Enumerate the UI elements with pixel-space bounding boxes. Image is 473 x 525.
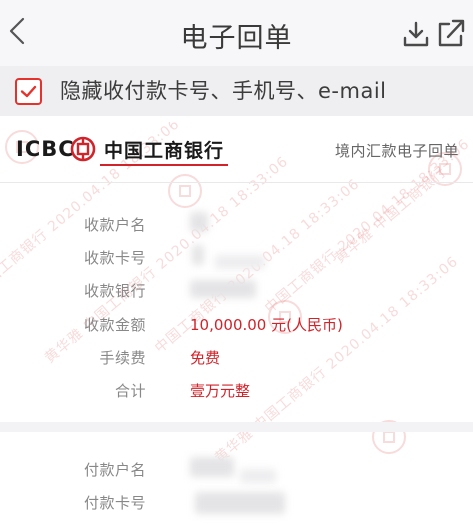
redacted-value (195, 492, 285, 514)
redacted-value (240, 469, 276, 483)
payee-card-label: 收款卡号 (83, 249, 146, 267)
redacted-value (190, 280, 256, 298)
payee-bank-label: 收款银行 (83, 282, 146, 300)
download-icon (403, 21, 429, 47)
fee-label: 手续费 (99, 349, 146, 367)
payee-amount-value: 10,000.00 元(人民币) (190, 316, 343, 334)
icbc-logo-mark-icon (70, 136, 96, 162)
bank-header: ICBC 中国工商银行 境内汇款电子回单 (0, 122, 473, 180)
fee-value: 免费 (190, 349, 221, 367)
payee-amount-row: 收款金额 10,000.00 元(人民币) (0, 310, 473, 340)
redacted-value (190, 212, 208, 232)
receipt-card: 中国工商银行 2020.04.18 18:33:06 黄华雅 中国工商银行 20… (0, 122, 473, 525)
payee-card-row: 收款卡号 (0, 243, 473, 273)
redacted-value (190, 457, 234, 477)
payee-amount-label: 收款金额 (83, 316, 146, 334)
total-row: 合计 壹万元整 (0, 376, 473, 406)
redacted-value (215, 255, 265, 269)
hide-sensitive-checkbox[interactable] (15, 78, 42, 105)
download-button[interactable] (402, 20, 430, 48)
checkmark-icon (20, 85, 37, 98)
share-button[interactable] (437, 18, 465, 48)
total-label: 合计 (114, 382, 146, 400)
fee-row: 手续费 免费 (0, 343, 473, 373)
receipt-screen: 电子回单 隐藏收付款卡号、手机号、e-mail 中国工商银行 2020.04.1… (0, 0, 473, 525)
nav-bar: 电子回单 (0, 0, 473, 66)
bank-name: 中国工商银行 (104, 140, 225, 162)
payee-name-row: 收款户名 (0, 210, 473, 240)
divider (0, 182, 473, 183)
hide-sensitive-toggle-row[interactable]: 隐藏收付款卡号、手机号、e-mail (0, 66, 473, 116)
payer-card-label: 付款卡号 (83, 494, 146, 512)
hide-sensitive-label: 隐藏收付款卡号、手机号、e-mail (60, 79, 387, 103)
payee-name-label: 收款户名 (83, 216, 146, 234)
payer-card-row: 付款卡号 (0, 488, 473, 518)
total-value: 壹万元整 (190, 382, 251, 400)
payer-name-label: 付款户名 (83, 461, 146, 479)
external-share-icon (438, 19, 465, 47)
payee-bank-row: 收款银行 (0, 276, 473, 306)
bank-name-underline (100, 164, 228, 166)
section-divider (0, 422, 473, 432)
payer-name-row: 付款户名 (0, 455, 473, 485)
document-type: 境内汇款电子回单 (334, 142, 459, 160)
redacted-value (192, 245, 204, 265)
icbc-logo-text: ICBC (16, 137, 75, 161)
